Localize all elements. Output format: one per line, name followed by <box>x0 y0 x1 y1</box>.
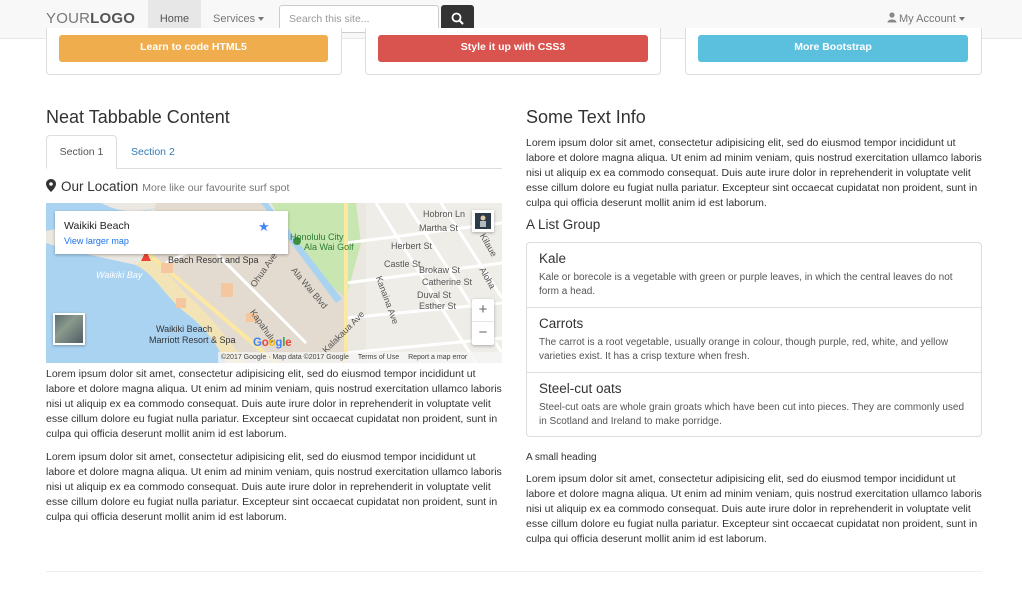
map-label-resort: Beach Resort and Spa <box>168 255 259 265</box>
list-item: Kale Kale or borecole is a vegetable wit… <box>527 243 981 308</box>
map-report-link[interactable]: Report a map error <box>408 354 467 361</box>
right-heading: Some Text Info <box>526 107 646 127</box>
map-label-brokaw: Brokaw St <box>419 265 461 275</box>
map-label-marriott-1: Waikiki Beach <box>156 324 213 334</box>
left-heading: Neat Tabbable Content <box>46 107 230 127</box>
map-label-park: Ala Wai Golf <box>304 242 354 252</box>
map-place-card: Waikiki Beach View larger map ★ <box>55 211 288 254</box>
map-terms-link[interactable]: Terms of Use <box>358 354 399 361</box>
brand-bold: LOGO <box>90 10 136 27</box>
map-label-castle: Castle St <box>384 259 421 269</box>
right-outro-paragraph: Lorem ipsum dolor sit amet, consectetur … <box>526 473 982 545</box>
brand-light: YOUR <box>46 10 91 27</box>
map-label-herbert: Herbert St <box>391 241 433 251</box>
location-heading: Our Location More like our favourite surf… <box>46 179 289 194</box>
caret-down-icon <box>958 17 965 22</box>
map-label-esther: Esther St <box>419 301 457 311</box>
map-place-name: Waikiki Beach <box>64 220 130 232</box>
zoom-out-button[interactable]: − <box>472 322 494 345</box>
google-logo: Google <box>253 337 292 349</box>
list-item-title: Carrots <box>539 316 584 331</box>
list-item-title: Steel-cut oats <box>539 381 622 396</box>
map-marker-icon <box>46 179 56 192</box>
location-title: Our Location <box>61 179 139 194</box>
map-label-catherine: Catherine St <box>422 277 473 287</box>
list-item-text: The carrot is a root vegetable, usually … <box>539 337 949 362</box>
more-bootstrap-button[interactable]: More Bootstrap <box>698 35 968 62</box>
list-item: Steel-cut oats Steel-cut oats are whole … <box>527 373 981 436</box>
save-star-icon[interactable]: ★ <box>258 219 270 235</box>
learn-html-button[interactable]: Learn to code HTML5 <box>59 35 328 62</box>
zoom-in-button[interactable]: + <box>472 299 494 322</box>
map-label-duval: Duval St <box>417 290 452 300</box>
view-larger-map-link[interactable]: View larger map <box>64 236 129 246</box>
satellite-toggle-button[interactable] <box>53 313 85 345</box>
street-view-pegman-icon[interactable] <box>472 210 494 232</box>
map-attribution-text: ©2017 Google · Map data ©2017 Google <box>221 354 349 361</box>
list-item-text: Steel-cut oats are whole grain groats wh… <box>539 402 965 427</box>
small-heading: A small heading <box>526 452 597 463</box>
right-intro-paragraph: Lorem ipsum dolor sit amet, consectetur … <box>526 137 982 209</box>
list-item-title: Kale <box>539 251 567 266</box>
list-item-text: Kale or borecole is a vegetable with gre… <box>539 272 953 297</box>
list-group: Kale Kale or borecole is a vegetable wit… <box>526 242 982 437</box>
list-group-heading: A List Group <box>526 217 601 232</box>
map-label-hobron: Hobron Ln <box>423 209 466 219</box>
list-item: Carrots The carrot is a root vegetable, … <box>527 308 981 373</box>
footer-divider <box>46 571 982 572</box>
map-attribution: ©2017 Google · Map data ©2017 Google Term… <box>218 352 502 363</box>
map-label-martha: Martha St <box>419 223 459 233</box>
map-label-marriott-2: Marriott Resort & Spa <box>149 335 236 345</box>
style-css-button[interactable]: Style it up with CSS3 <box>378 35 648 62</box>
tab-section-2[interactable]: Section 2 <box>131 135 175 169</box>
account-label: My Account <box>899 13 956 25</box>
user-icon <box>887 12 897 23</box>
tab-section-1[interactable]: Section 1 <box>46 135 117 169</box>
brand-logo[interactable]: YOURLOGO <box>46 10 135 27</box>
location-subtitle: More like our favourite surf spot <box>142 182 290 194</box>
map-label-city: Honolulu City <box>290 232 344 242</box>
map-label-bay: Waikiki Bay <box>96 270 143 280</box>
left-paragraph-2: Lorem ipsum dolor sit amet, consectetur … <box>46 451 502 523</box>
nav-services-label: Services <box>213 13 256 25</box>
map-zoom-control: + − <box>472 299 494 345</box>
left-paragraph-1: Lorem ipsum dolor sit amet, consectetur … <box>46 368 502 440</box>
caret-down-icon <box>258 17 265 22</box>
